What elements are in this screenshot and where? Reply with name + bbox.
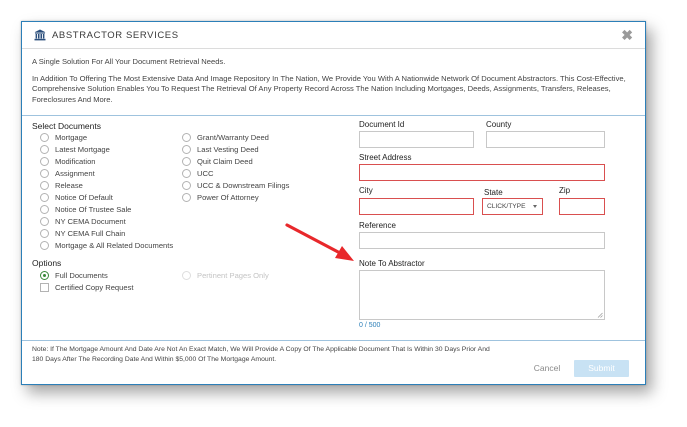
intro-text: A Single Solution For All Your Document … — [32, 57, 637, 111]
option-certified-copy[interactable]: Certified Copy Request — [40, 282, 134, 293]
doc-option-mortgage-all-related[interactable]: Mortgage & All Related Documents — [40, 240, 173, 251]
street-address-input[interactable] — [359, 164, 605, 181]
character-counter: 0 / 500 — [359, 322, 381, 329]
radio-button[interactable] — [40, 205, 49, 214]
county-label: County — [486, 120, 512, 129]
note-to-abstractor-textarea[interactable] — [359, 270, 605, 320]
radio-button-checked[interactable] — [40, 271, 49, 280]
radio-button[interactable] — [40, 229, 49, 238]
zip-input[interactable] — [559, 198, 605, 215]
radio-button[interactable] — [182, 193, 191, 202]
doc-option-label: Notice Of Trustee Sale — [55, 205, 132, 214]
radio-button[interactable] — [40, 241, 49, 250]
county-input[interactable] — [486, 131, 605, 148]
dialog-titlebar: ABSTRACTOR SERVICES ✖ — [22, 22, 645, 49]
doc-option-label: Assignment — [55, 169, 95, 178]
doc-option-ucc-downstream[interactable]: UCC & Downstream Filings — [182, 180, 289, 191]
footer-note: Note: If The Mortgage Amount And Date Ar… — [32, 346, 490, 363]
radio-button[interactable] — [40, 133, 49, 142]
reference-input[interactable] — [359, 232, 605, 249]
doc-option-grant-warranty-deed[interactable]: Grant/Warranty Deed — [182, 132, 269, 143]
doc-option-label: NY CEMA Full Chain — [55, 229, 126, 238]
radio-button[interactable] — [40, 193, 49, 202]
doc-option-label: Modification — [55, 157, 96, 166]
option-label: Certified Copy Request — [55, 283, 134, 292]
close-icon[interactable]: ✖ — [621, 27, 633, 44]
submit-button[interactable]: Submit — [574, 360, 629, 377]
street-address-label: Street Address — [359, 153, 412, 162]
radio-button[interactable] — [40, 145, 49, 154]
doc-option-label: Last Vesting Deed — [197, 145, 259, 154]
option-label: Full Documents — [55, 271, 108, 280]
state-select-value: CLICK/TYPE — [487, 203, 526, 210]
doc-option-label: NY CEMA Document — [55, 217, 126, 226]
note-to-abstractor-label: Note To Abstractor — [359, 259, 425, 268]
doc-option-label: Latest Mortgage — [55, 145, 110, 154]
doc-option-modification[interactable]: Modification — [40, 156, 96, 167]
radio-button[interactable] — [40, 169, 49, 178]
doc-option-assignment[interactable]: Assignment — [40, 168, 95, 179]
bank-building-icon — [34, 29, 46, 41]
doc-option-label: UCC & Downstream Filings — [197, 181, 290, 190]
reference-label: Reference — [359, 221, 396, 230]
cancel-button[interactable]: Cancel — [527, 360, 567, 377]
radio-button[interactable] — [40, 157, 49, 166]
doc-option-label: UCC — [197, 169, 214, 178]
doc-option-label: Mortgage & All Related Documents — [55, 241, 174, 250]
resize-grip-icon[interactable] — [597, 312, 603, 318]
doc-option-last-vesting-deed[interactable]: Last Vesting Deed — [182, 144, 259, 155]
doc-option-release[interactable]: Release — [40, 180, 83, 191]
radio-button[interactable] — [182, 157, 191, 166]
doc-option-label: Grant/Warranty Deed — [197, 133, 269, 142]
doc-option-power-of-attorney[interactable]: Power Of Attorney — [182, 192, 259, 203]
option-label: Pertinent Pages Only — [197, 271, 269, 280]
radio-button[interactable] — [182, 181, 191, 190]
state-label: State — [484, 188, 503, 197]
select-documents-title: Select Documents — [32, 121, 101, 131]
option-pertinent-pages: Pertinent Pages Only — [182, 270, 269, 281]
radio-button-disabled — [182, 271, 191, 280]
city-input[interactable] — [359, 198, 474, 215]
zip-label: Zip — [559, 186, 571, 195]
doc-option-notice-of-default[interactable]: Notice Of Default — [40, 192, 113, 203]
city-label: City — [359, 186, 373, 195]
doc-option-latest-mortgage[interactable]: Latest Mortgage — [40, 144, 110, 155]
dialog-title: ABSTRACTOR SERVICES — [52, 30, 179, 41]
doc-option-label: Mortgage — [55, 133, 88, 142]
options-title: Options — [32, 258, 62, 268]
state-select[interactable]: CLICK/TYPE — [482, 198, 543, 215]
doc-option-ny-cema-full-chain[interactable]: NY CEMA Full Chain — [40, 228, 125, 239]
doc-option-mortgage[interactable]: Mortgage — [40, 132, 87, 143]
radio-button[interactable] — [182, 133, 191, 142]
radio-button[interactable] — [40, 181, 49, 190]
checkbox[interactable] — [40, 283, 49, 292]
radio-button[interactable] — [40, 217, 49, 226]
intro-line-1: A Single Solution For All Your Document … — [32, 57, 226, 66]
caret-down-icon — [533, 205, 537, 208]
doc-option-quit-claim-deed[interactable]: Quit Claim Deed — [182, 156, 253, 167]
doc-option-notice-of-trustee-sale[interactable]: Notice Of Trustee Sale — [40, 204, 131, 215]
doc-option-label: Power Of Attorney — [197, 193, 259, 202]
intro-line-2: In Addition To Offering The Most Extensi… — [32, 73, 626, 104]
option-full-documents[interactable]: Full Documents — [40, 270, 108, 281]
doc-option-ucc[interactable]: UCC — [182, 168, 213, 179]
abstractor-services-dialog: ABSTRACTOR SERVICES ✖ A Single Solution … — [21, 21, 646, 385]
radio-button[interactable] — [182, 169, 191, 178]
radio-button[interactable] — [182, 145, 191, 154]
divider — [22, 115, 645, 116]
doc-option-ny-cema-document[interactable]: NY CEMA Document — [40, 216, 126, 227]
doc-option-label: Quit Claim Deed — [197, 157, 253, 166]
document-id-input[interactable] — [359, 131, 474, 148]
doc-option-label: Release — [55, 181, 83, 190]
document-id-label: Document Id — [359, 120, 405, 129]
divider — [22, 340, 645, 341]
doc-option-label: Notice Of Default — [55, 193, 113, 202]
